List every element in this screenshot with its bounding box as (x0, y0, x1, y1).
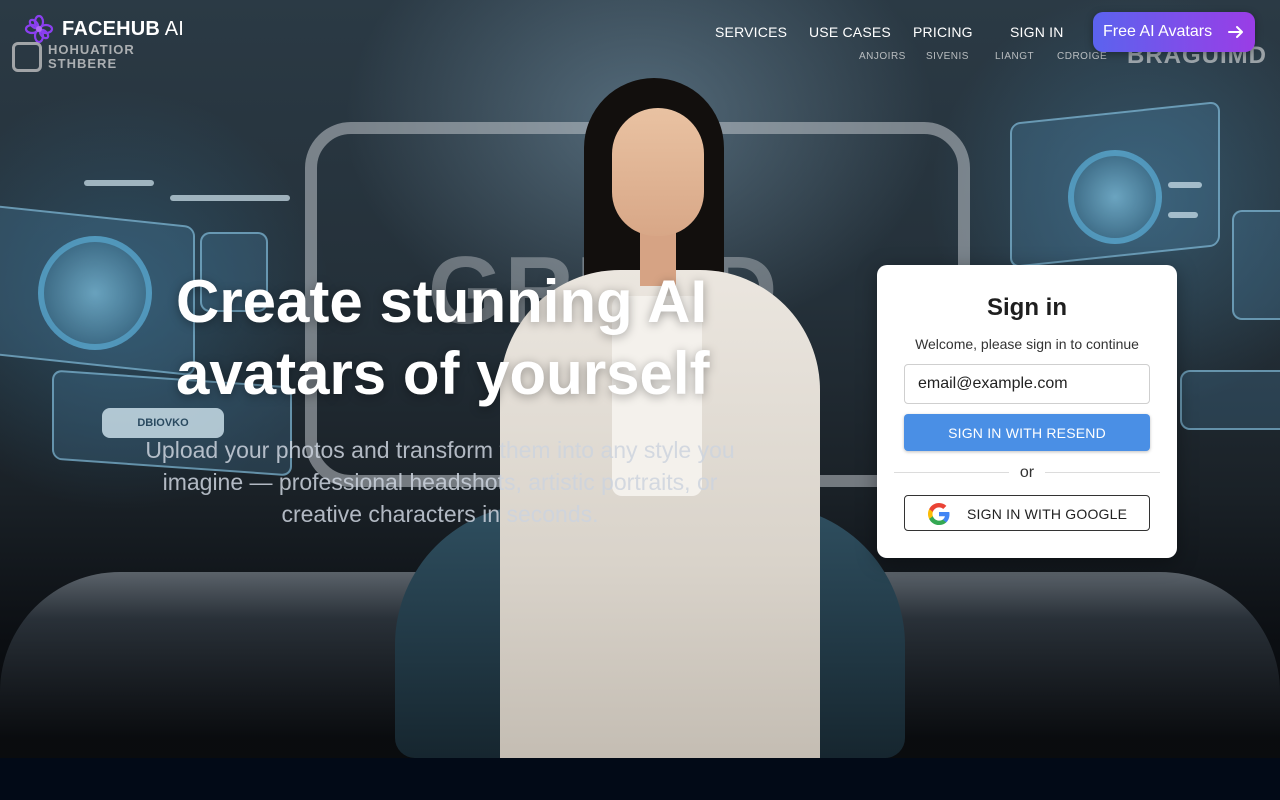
nav-use-cases[interactable]: USE CASES (809, 24, 891, 40)
arrow-right-icon (1228, 26, 1244, 38)
free-ai-avatars-button[interactable]: Free AI Avatars (1093, 12, 1255, 52)
brand-name-light: AI (160, 17, 185, 40)
brand-name: FACEHUB AI (62, 18, 184, 41)
nav-sign-in[interactable]: SIGN IN (1010, 24, 1064, 40)
nav-services[interactable]: SERVICES (715, 24, 787, 40)
right-deco-bar (1168, 212, 1198, 218)
ghost-logo-line1: HOHUATIOR (48, 42, 135, 57)
signin-title: Sign in (987, 294, 1067, 321)
ghost-nav-text: LIANGT (995, 51, 1035, 62)
signin-card: Sign in Welcome, please sign in to conti… (877, 265, 1177, 558)
ghost-nav-text: CDROIGE (1057, 51, 1108, 62)
ghost-logo-text: HOHUATIOR STHBERE (48, 43, 135, 71)
ghost-background-logo: HOHUATIOR STHBERE (12, 42, 152, 74)
ghost-logo-icon (12, 42, 42, 72)
email-field[interactable] (904, 364, 1150, 404)
left-deco-bar (170, 195, 290, 201)
brand-logo[interactable]: FACEHUB AI (24, 14, 184, 44)
right-hologram-dial (1068, 150, 1162, 244)
hero-section: GRLND DBIOVKO FACEHUB AI (0, 0, 1280, 758)
flower-logo-icon (24, 14, 54, 44)
ghost-logo-line2: STHBERE (48, 56, 118, 71)
nav-pricing[interactable]: PRICING (913, 24, 973, 40)
left-deco-bar (84, 180, 154, 186)
hero-subtext: Upload your photos and transform them in… (145, 437, 735, 527)
hero-headline-line1: Create stunning AI (176, 268, 708, 335)
cta-label: Free AI Avatars (1103, 23, 1213, 40)
left-hologram-dial (38, 236, 152, 350)
right-upper-panel (1232, 210, 1280, 320)
right-lower-panel (1180, 370, 1280, 430)
page-bottom-band (0, 758, 1280, 800)
signin-resend-button[interactable]: SIGN IN WITH RESEND (904, 414, 1150, 451)
divider-line-right (1045, 472, 1160, 473)
hero-headline: Create stunning AI avatars of yourself (176, 266, 796, 410)
divider-or: or (1019, 464, 1035, 481)
right-deco-bar (1168, 182, 1202, 188)
ghost-nav-text: ANJOIRS (859, 51, 906, 62)
google-g-icon (928, 503, 950, 525)
hero-headline-line2: avatars of yourself (176, 340, 710, 407)
google-button-label: SIGN IN WITH GOOGLE (967, 506, 1128, 522)
avatar-face (612, 108, 704, 236)
signin-subtitle: Welcome, please sign in to continue (915, 336, 1139, 352)
ghost-nav-text: SIVENIS (926, 51, 969, 62)
signin-google-button[interactable]: SIGN IN WITH GOOGLE (904, 495, 1150, 531)
brand-name-bold: FACEHUB (62, 17, 161, 40)
